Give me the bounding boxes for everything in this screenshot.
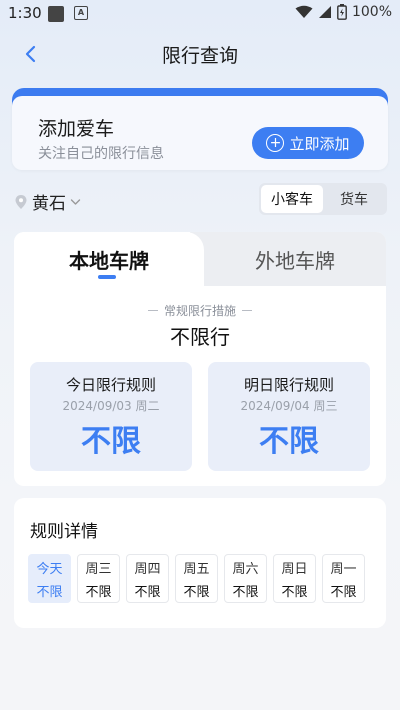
day-cell-thu[interactable]: 周四 不限 bbox=[126, 554, 169, 603]
battery-percent: 100% bbox=[351, 4, 392, 20]
day-name: 周五 bbox=[183, 561, 210, 577]
day-cell-wed[interactable]: 周三 不限 bbox=[77, 554, 120, 603]
measures-caption: 常规限行措施 bbox=[163, 304, 236, 318]
add-car-title: 添加爱车 bbox=[38, 118, 115, 140]
day-value: 不限 bbox=[330, 584, 357, 600]
tomorrow-rule-box: 明日限行规则 2024/09/04 周三 不限 bbox=[208, 362, 370, 471]
wifi-icon bbox=[295, 5, 313, 18]
add-car-button-label: 立即添加 bbox=[289, 134, 350, 153]
day-value: 不限 bbox=[85, 584, 112, 600]
day-value: 不限 bbox=[281, 584, 308, 600]
day-name: 周六 bbox=[232, 561, 259, 577]
city-name: 黄石 bbox=[32, 194, 66, 214]
measures-caption-row: 常规限行措施 bbox=[14, 302, 386, 319]
vehicle-type-truck[interactable]: 货车 bbox=[323, 185, 385, 213]
header: 限行查询 bbox=[0, 36, 400, 72]
day-name: 周四 bbox=[134, 561, 161, 577]
page-title: 限行查询 bbox=[161, 45, 238, 67]
day-name: 周一 bbox=[330, 561, 357, 577]
day-name: 今天 bbox=[36, 561, 63, 577]
tab-local-plate[interactable]: 本地车牌 bbox=[14, 232, 204, 286]
notification-square-icon bbox=[48, 6, 64, 22]
add-car-subtitle: 关注自己的限行信息 bbox=[38, 146, 164, 162]
day-value: 不限 bbox=[36, 584, 63, 600]
battery-icon bbox=[337, 4, 347, 20]
day-cell-today[interactable]: 今天 不限 bbox=[28, 554, 71, 603]
status-time: 1:30 bbox=[8, 4, 42, 22]
rule-details-title: 规则详情 bbox=[30, 522, 98, 542]
city-selector[interactable]: 黄石 bbox=[14, 189, 81, 214]
signal-icon bbox=[318, 6, 331, 18]
day-name: 周三 bbox=[85, 561, 112, 577]
chevron-down-icon bbox=[70, 198, 81, 205]
today-rule-value: 不限 bbox=[81, 424, 141, 459]
tab-active-indicator bbox=[98, 275, 116, 279]
today-rule-box: 今日限行规则 2024/09/03 周二 不限 bbox=[30, 362, 192, 471]
plus-circle-icon: + bbox=[266, 134, 285, 152]
tab-other-plate-label: 外地车牌 bbox=[255, 248, 335, 273]
tab-local-plate-label: 本地车牌 bbox=[69, 248, 149, 273]
measures-value: 不限行 bbox=[170, 325, 230, 349]
divider bbox=[147, 310, 158, 311]
location-pin-icon bbox=[15, 194, 27, 209]
day-cell-sat[interactable]: 周六 不限 bbox=[224, 554, 267, 603]
day-value: 不限 bbox=[183, 584, 210, 600]
app-a-icon: A bbox=[74, 6, 88, 20]
rule-details-card: 规则详情 今天 不限 周三 不限 周四 不限 周五 不限 周六 不限 周日 不限… bbox=[14, 498, 386, 628]
vehicle-type-car[interactable]: 小客车 bbox=[261, 185, 323, 213]
status-right-group: 100% bbox=[295, 4, 392, 20]
day-cell-sun[interactable]: 周日 不限 bbox=[273, 554, 316, 603]
vehicle-type-toggle: 小客车 货车 bbox=[259, 183, 387, 215]
restriction-card: 本地车牌 外地车牌 常规限行措施 不限行 今日限行规则 2024/09/03 周… bbox=[14, 232, 386, 486]
tomorrow-rule-title: 明日限行规则 bbox=[243, 376, 334, 394]
day-cell-fri[interactable]: 周五 不限 bbox=[175, 554, 218, 603]
today-rule-title: 今日限行规则 bbox=[65, 376, 156, 394]
day-name: 周日 bbox=[281, 561, 308, 577]
plate-tabs: 本地车牌 外地车牌 bbox=[14, 232, 386, 286]
day-cell-mon[interactable]: 周一 不限 bbox=[322, 554, 365, 603]
day-value: 不限 bbox=[134, 584, 161, 600]
tomorrow-rule-value: 不限 bbox=[259, 424, 319, 459]
add-car-section: 添加爱车 关注自己的限行信息 + 立即添加 bbox=[12, 88, 388, 170]
day-value: 不限 bbox=[232, 584, 259, 600]
tab-other-plate[interactable]: 外地车牌 bbox=[204, 232, 386, 286]
tomorrow-rule-date: 2024/09/04 周三 bbox=[240, 399, 338, 413]
add-car-button[interactable]: + 立即添加 bbox=[252, 127, 364, 159]
today-rule-date: 2024/09/03 周二 bbox=[62, 399, 160, 413]
divider bbox=[242, 310, 252, 311]
status-bar: 1:30 A 100% bbox=[0, 0, 400, 28]
day-row: 今天 不限 周三 不限 周四 不限 周五 不限 周六 不限 周日 不限 周一 不… bbox=[28, 554, 365, 603]
add-car-card: 添加爱车 关注自己的限行信息 + 立即添加 bbox=[12, 96, 388, 170]
